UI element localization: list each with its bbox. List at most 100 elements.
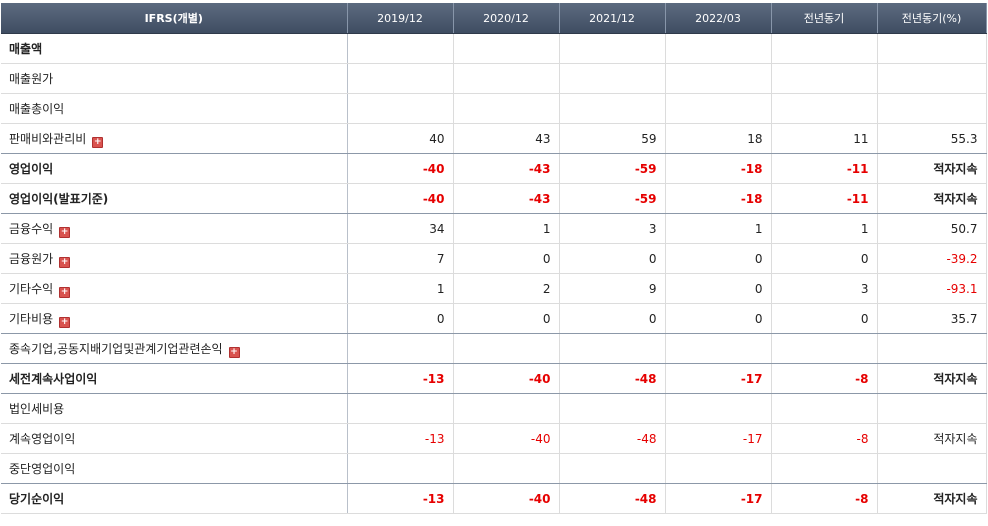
cell: 55.3	[877, 123, 987, 154]
table-row: 매출총이익	[1, 93, 987, 124]
row-label: 기타비용 +	[1, 303, 348, 334]
cell: -59	[559, 153, 666, 184]
cell	[559, 453, 666, 484]
cell	[559, 63, 666, 94]
cell: 0	[771, 243, 878, 274]
cell: -40	[453, 363, 560, 394]
cell	[771, 393, 878, 424]
cell	[665, 63, 772, 94]
row-label: 매출총이익	[1, 93, 348, 124]
table-row: 법인세비용	[1, 393, 987, 424]
cell	[665, 93, 772, 124]
cell	[771, 93, 878, 124]
cell: 적자지속	[877, 153, 987, 184]
cell: 적자지속	[877, 363, 987, 394]
cell	[453, 393, 560, 424]
cell: -18	[665, 183, 772, 214]
cell: 0	[771, 303, 878, 334]
cell: -17	[665, 423, 772, 454]
cell	[347, 333, 454, 364]
cell: 9	[559, 273, 666, 304]
row-label: 영업이익(발표기준)	[1, 183, 348, 214]
cell: 34	[347, 213, 454, 244]
cell: -40	[453, 483, 560, 514]
cell	[771, 333, 878, 364]
cell	[453, 453, 560, 484]
cell: 3	[771, 273, 878, 304]
header-row: IFRS(개별) 2019/12 2020/12 2021/12 2022/03…	[1, 3, 987, 34]
cell: 0	[347, 303, 454, 334]
row-label: 영업이익	[1, 153, 348, 184]
cell	[665, 393, 772, 424]
plus-square-icon[interactable]: +	[92, 136, 104, 148]
cell: 1	[665, 213, 772, 244]
cell	[877, 393, 987, 424]
header-col-2020-12: 2020/12	[453, 3, 560, 34]
cell	[347, 453, 454, 484]
cell	[771, 63, 878, 94]
cell	[559, 33, 666, 64]
table-row: 금융수익 + 34 1 3 1 1 50.7	[1, 213, 987, 244]
cell: 1	[347, 273, 454, 304]
cell	[877, 453, 987, 484]
table-row: 영업이익(발표기준) -40 -43 -59 -18 -11 적자지속	[1, 183, 987, 214]
cell: -43	[453, 183, 560, 214]
cell	[771, 453, 878, 484]
cell	[559, 333, 666, 364]
plus-square-icon[interactable]: +	[228, 346, 240, 358]
row-label: 법인세비용	[1, 393, 348, 424]
cell	[877, 333, 987, 364]
plus-square-icon[interactable]: +	[59, 226, 71, 238]
row-label: 금융수익 +	[1, 213, 348, 244]
cell: -40	[453, 423, 560, 454]
header-col-2021-12: 2021/12	[559, 3, 666, 34]
table-row: 세전계속사업이익 -13 -40 -48 -17 -8 적자지속	[1, 363, 987, 394]
cell: 0	[665, 243, 772, 274]
table-row: 기타비용 + 0 0 0 0 0 35.7	[1, 303, 987, 334]
cell	[453, 93, 560, 124]
header-col-2019-12: 2019/12	[347, 3, 454, 34]
cell: 11	[771, 123, 878, 154]
cell	[771, 33, 878, 64]
plus-square-icon[interactable]: +	[59, 286, 71, 298]
cell: -93.1	[877, 273, 987, 304]
row-label: 매출액	[1, 33, 348, 64]
row-label: 판매비와관리비 +	[1, 123, 348, 154]
table-row: 기타수익 + 1 2 9 0 3 -93.1	[1, 273, 987, 304]
cell	[665, 33, 772, 64]
cell	[877, 33, 987, 64]
cell: 1	[771, 213, 878, 244]
cell: 43	[453, 123, 560, 154]
cell	[347, 33, 454, 64]
cell: 59	[559, 123, 666, 154]
cell: -11	[771, 183, 878, 214]
header-col-prev-year-pct: 전년동기(%)	[877, 3, 987, 34]
cell: 2	[453, 273, 560, 304]
cell: 0	[453, 303, 560, 334]
cell: -39.2	[877, 243, 987, 274]
cell: -17	[665, 483, 772, 514]
table-row: 중단영업이익	[1, 453, 987, 484]
cell	[453, 63, 560, 94]
cell: -17	[665, 363, 772, 394]
row-label: 계속영업이익	[1, 423, 348, 454]
plus-square-icon[interactable]: +	[59, 256, 71, 268]
plus-square-icon[interactable]: +	[59, 316, 71, 328]
cell: -48	[559, 483, 666, 514]
cell	[665, 453, 772, 484]
cell: -40	[347, 153, 454, 184]
table-row: 판매비와관리비 + 40 43 59 18 11 55.3	[1, 123, 987, 154]
row-label: 기타수익 +	[1, 273, 348, 304]
cell: -8	[771, 483, 878, 514]
cell: 적자지속	[877, 423, 987, 454]
table-row: 금융원가 + 7 0 0 0 0 -39.2	[1, 243, 987, 274]
table-row: 영업이익 -40 -43 -59 -18 -11 적자지속	[1, 153, 987, 184]
row-label: 종속기업,공동지배기업및관계기업관련손익 +	[1, 333, 348, 364]
header-col-prev-year: 전년동기	[771, 3, 878, 34]
cell: 적자지속	[877, 483, 987, 514]
cell: -40	[347, 183, 454, 214]
cell	[347, 63, 454, 94]
cell: 0	[665, 303, 772, 334]
table-row: 매출액	[1, 33, 987, 64]
cell	[665, 333, 772, 364]
